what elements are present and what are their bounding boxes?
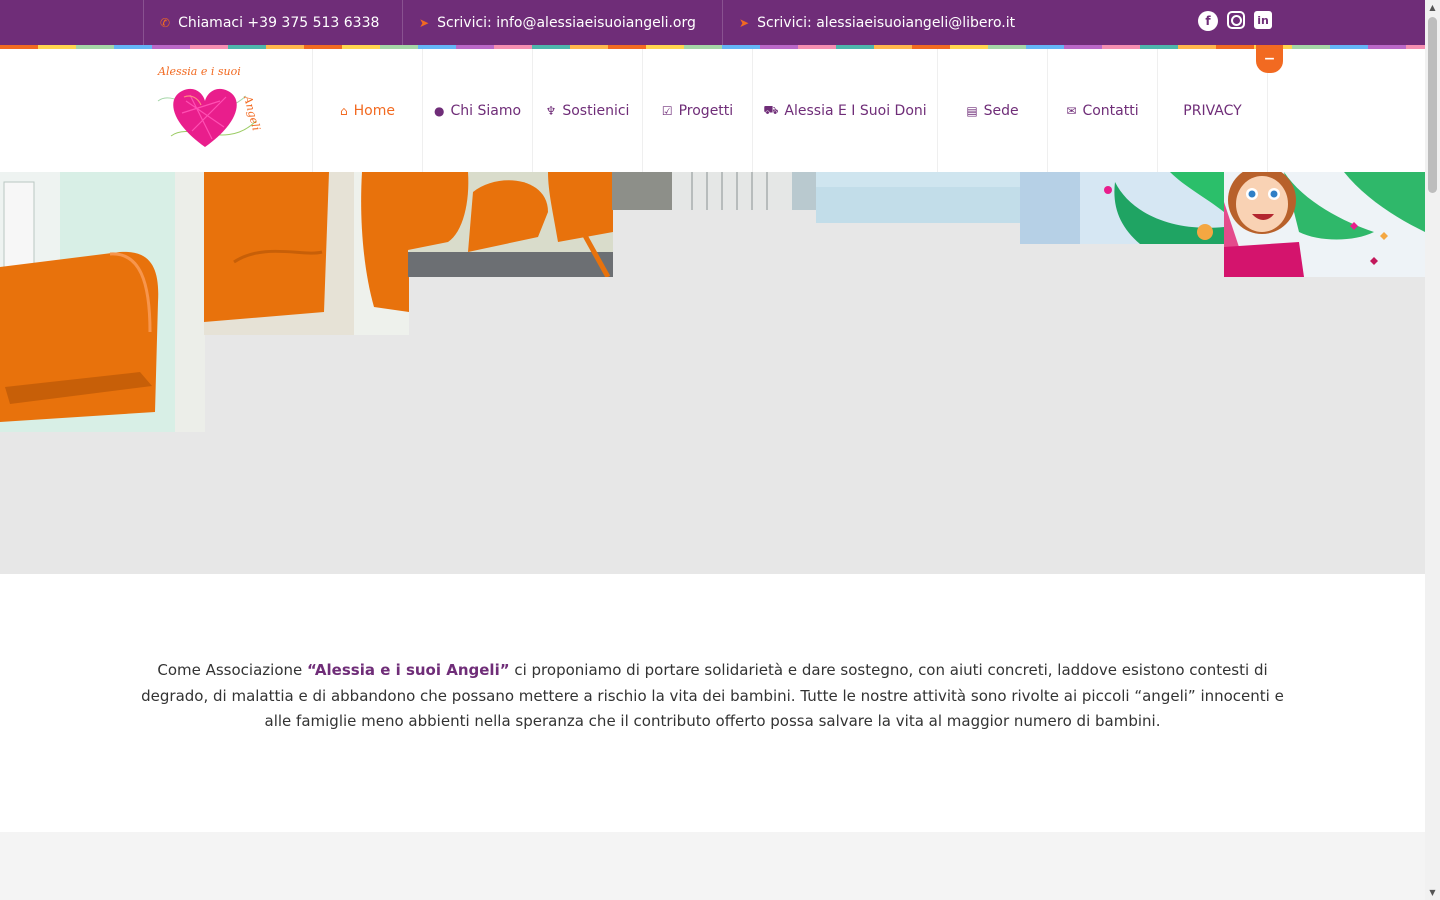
topbar-divider — [143, 0, 144, 45]
scroll-down-arrow-icon[interactable]: ▼ — [1425, 885, 1440, 900]
radiator-photo-image — [612, 172, 816, 210]
email-contact-1[interactable]: ➤ Scrivici: info@alessiaeisuoiangeli.org — [419, 0, 696, 45]
torch-icon: ♆ — [545, 103, 557, 118]
mural-leaves-photo-image — [1020, 172, 1224, 244]
nav-item-home[interactable]: ⌂ Home — [312, 49, 422, 172]
association-name: “Alessia e i suoi Angeli” — [307, 661, 510, 679]
nav-label-progetti: Progetti — [678, 102, 734, 119]
gallery-photo-1[interactable] — [0, 172, 205, 432]
minus-icon: − — [1263, 51, 1276, 67]
top-contact-bar: ✆ Chiamaci +39 375 513 6338 ➤ Scrivici: … — [0, 0, 1425, 45]
building-icon: ▤ — [966, 103, 978, 118]
phone-icon: ✆ — [160, 15, 171, 30]
topbar-divider — [722, 0, 723, 45]
collapse-toggle-button[interactable]: − — [1256, 45, 1283, 73]
chairs-row-photo-image — [408, 172, 613, 277]
scrollbar-thumb[interactable] — [1428, 17, 1437, 193]
gallery-photo-7[interactable] — [1224, 172, 1425, 277]
next-section-band — [0, 832, 1425, 900]
page: ✆ Chiamaci +39 375 513 6338 ➤ Scrivici: … — [0, 0, 1425, 900]
photo-gallery — [0, 172, 1425, 574]
instagram-icon[interactable] — [1227, 11, 1245, 29]
cart-icon: ⛟ — [763, 102, 779, 117]
linkedin-icon[interactable]: in — [1254, 11, 1272, 29]
nav-label-chi-siamo: Chi Siamo — [450, 102, 522, 119]
nav-label-home: Home — [353, 102, 395, 119]
cartoon-mural-photo-image — [1224, 172, 1425, 277]
email-text-1: Scrivici: info@alessiaeisuoiangeli.org — [437, 14, 696, 31]
nav-item-sede[interactable]: ▤ Sede — [937, 49, 1047, 172]
scroll-up-arrow-icon[interactable]: ▲ — [1425, 0, 1440, 15]
nav-item-progetti[interactable]: ☑ Progetti — [642, 49, 752, 172]
check-square-icon: ☑ — [661, 103, 673, 118]
intro-text-start: Come Associazione — [157, 661, 307, 679]
heart-logo-icon: Alessia e i suoi Angeli — [157, 65, 263, 147]
page-scrollbar[interactable]: ▲ ▼ — [1425, 0, 1440, 900]
intro-paragraph: Come Associazione “Alessia e i suoi Ange… — [140, 658, 1285, 735]
logo-text-side: Angeli — [241, 93, 263, 132]
nav-item-privacy[interactable]: PRIVACY — [1157, 49, 1267, 172]
chairs-photo-image — [204, 172, 409, 335]
email-contact-2[interactable]: ➤ Scrivici: alessiaeisuoiangeli@libero.i… — [739, 0, 1015, 45]
logo-text-top: Alessia e i suoi — [157, 65, 241, 78]
nav-label-contatti: Contatti — [1082, 102, 1139, 119]
paper-plane-icon: ➤ — [739, 15, 750, 30]
nav-item-chi-siamo[interactable]: ● Chi Siamo — [422, 49, 532, 172]
gallery-photo-4[interactable] — [612, 172, 816, 210]
nav-label-privacy: PRIVACY — [1183, 102, 1242, 119]
gallery-photo-3[interactable] — [408, 172, 613, 277]
email-text-2: Scrivici: alessiaeisuoiangeli@libero.it — [757, 14, 1016, 31]
phone-contact[interactable]: ✆ Chiamaci +39 375 513 6338 — [160, 0, 379, 45]
linkedin-glyph: in — [1257, 13, 1269, 27]
site-logo[interactable]: Alessia e i suoi Angeli — [146, 61, 264, 156]
user-icon: ● — [433, 103, 445, 118]
site-header: Alessia e i suoi Angeli ⌂ Home ● Chi Sia… — [0, 45, 1425, 172]
nav-label-sostienici: Sostienici — [562, 102, 630, 119]
chair-photo-image — [0, 172, 205, 432]
paper-plane-icon: ➤ — [419, 15, 430, 30]
home-icon: ⌂ — [340, 103, 348, 118]
nav-item-contatti[interactable]: ✉ Contatti — [1047, 49, 1157, 172]
facebook-glyph: f — [1205, 14, 1211, 28]
phone-text: Chiamaci +39 375 513 6338 — [178, 14, 380, 31]
gallery-photo-2[interactable] — [204, 172, 409, 335]
gallery-photo-5[interactable] — [816, 172, 1020, 223]
envelope-icon: ✉ — [1066, 103, 1077, 118]
nav-label-doni: Alessia E I Suoi Doni — [784, 102, 927, 119]
wall-photo-image — [816, 172, 1020, 223]
nav-label-sede: Sede — [983, 102, 1019, 119]
facebook-icon[interactable]: f — [1198, 11, 1218, 31]
nav-item-sostienici[interactable]: ♆ Sostienici — [532, 49, 642, 172]
topbar-divider — [402, 0, 403, 45]
nav-item-doni[interactable]: ⛟ Alessia E I Suoi Doni — [752, 49, 937, 172]
gallery-photo-6[interactable] — [1020, 172, 1224, 244]
